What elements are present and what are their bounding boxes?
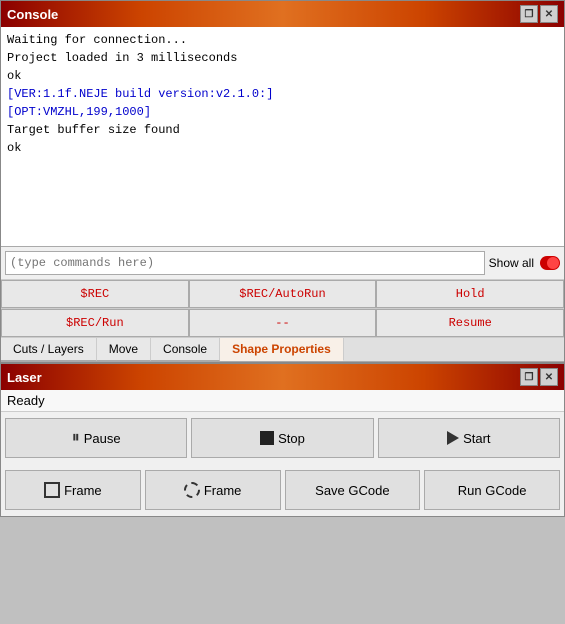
- start-button[interactable]: Start: [378, 418, 560, 458]
- console-window-title: Console: [7, 7, 518, 22]
- show-all-toggle[interactable]: [540, 256, 560, 270]
- pause-label: Pause: [84, 431, 121, 446]
- run-gcode-label: Run GCode: [458, 483, 527, 498]
- rec-autorun-button[interactable]: $REC/AutoRun: [189, 280, 377, 308]
- frame-square-label: Frame: [64, 483, 102, 498]
- stop-button[interactable]: Stop: [191, 418, 373, 458]
- tab-move[interactable]: Move: [97, 338, 151, 361]
- console-output: Waiting for connection... Project loaded…: [1, 27, 564, 247]
- console-line-6: Target buffer size found: [7, 121, 558, 139]
- console-line-1: Waiting for connection...: [7, 31, 558, 49]
- laser-title-bar: Laser ❐ ✕: [1, 364, 564, 390]
- laser-btn-row-1: ⏸ Pause Stop Start: [1, 412, 564, 464]
- save-gcode-label: Save GCode: [315, 483, 389, 498]
- console-restore-button[interactable]: ❐: [520, 5, 538, 23]
- start-label: Start: [463, 431, 490, 446]
- laser-status: Ready: [1, 390, 564, 412]
- console-input[interactable]: [5, 251, 485, 275]
- console-window: Console ❐ ✕ Waiting for connection... Pr…: [0, 0, 565, 363]
- tab-shape-properties[interactable]: Shape Properties: [220, 338, 344, 361]
- frame-square-button[interactable]: Frame: [5, 470, 141, 510]
- frame-circle-label: Frame: [204, 483, 242, 498]
- hold-button[interactable]: Hold: [376, 280, 564, 308]
- tab-row: Cuts / Layers Move Console Shape Propert…: [1, 338, 564, 362]
- dash-button[interactable]: --: [189, 309, 377, 337]
- rec-button[interactable]: $REC: [1, 280, 189, 308]
- console-line-3: ok: [7, 67, 558, 85]
- tab-cuts-layers[interactable]: Cuts / Layers: [1, 338, 97, 361]
- run-gcode-button[interactable]: Run GCode: [424, 470, 560, 510]
- stop-icon: [260, 431, 274, 445]
- console-input-row: Show all: [1, 247, 564, 280]
- tab-console[interactable]: Console: [151, 338, 220, 361]
- save-gcode-button[interactable]: Save GCode: [285, 470, 421, 510]
- console-btn-row-2: $REC/Run -- Resume: [1, 309, 564, 338]
- pause-icon: ⏸: [72, 429, 80, 447]
- frame-circle-button[interactable]: Frame: [145, 470, 281, 510]
- resume-button[interactable]: Resume: [376, 309, 564, 337]
- console-title-bar: Console ❐ ✕: [1, 1, 564, 27]
- laser-close-button[interactable]: ✕: [540, 368, 558, 386]
- laser-btn-row-2: Frame Frame Save GCode Run GCode: [1, 464, 564, 516]
- console-close-button[interactable]: ✕: [540, 5, 558, 23]
- console-line-4: [VER:1.1f.NEJE build version:v2.1.0:]: [7, 85, 558, 103]
- play-icon: [447, 431, 459, 445]
- stop-label: Stop: [278, 431, 305, 446]
- console-btn-row-1: $REC $REC/AutoRun Hold: [1, 280, 564, 309]
- show-all-label: Show all: [489, 256, 534, 270]
- console-line-2: Project loaded in 3 milliseconds: [7, 49, 558, 67]
- laser-restore-button[interactable]: ❐: [520, 368, 538, 386]
- frame-circle-icon: [184, 482, 200, 498]
- laser-window: Laser ❐ ✕ Ready ⏸ Pause Stop Start Frame…: [0, 363, 565, 517]
- console-line-5: [OPT:VMZHL,199,1000]: [7, 103, 558, 121]
- laser-window-title: Laser: [7, 370, 518, 385]
- pause-button[interactable]: ⏸ Pause: [5, 418, 187, 458]
- console-line-7: ok: [7, 139, 558, 157]
- rec-run-button[interactable]: $REC/Run: [1, 309, 189, 337]
- frame-square-icon: [44, 482, 60, 498]
